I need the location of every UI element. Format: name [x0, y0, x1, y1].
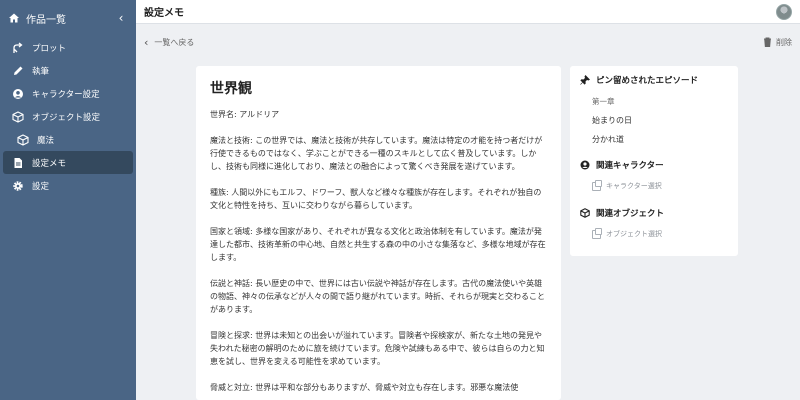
- related-characters-heading: 関連キャラクター: [580, 159, 728, 171]
- section-title: 関連オブジェクト: [596, 209, 665, 219]
- chevron-left-icon: ‹: [144, 35, 149, 49]
- sidebar-item-characters[interactable]: キャラクター設定: [3, 82, 133, 105]
- object-select-label: オブジェクト選択: [606, 230, 662, 238]
- sidebar-header-label[interactable]: 作品一覧: [26, 11, 114, 26]
- section-title: ピン留めされたエピソード: [596, 76, 699, 86]
- cube-icon: [12, 110, 24, 123]
- sidebar-item-memo[interactable]: 設定メモ: [3, 151, 133, 174]
- cube-icon: [580, 208, 590, 218]
- pinned-episode[interactable]: 始まりの日: [580, 111, 728, 130]
- character-select-label: キャラクター選択: [606, 182, 662, 190]
- document-paragraph[interactable]: 冒険と探求: 世界は未知との出会いが溢れています。冒険者や探検家が、新たな土地の…: [210, 329, 547, 368]
- copy-icon: [592, 179, 602, 191]
- section-title: 関連キャラクター: [596, 161, 664, 171]
- user-circle-icon: [580, 160, 590, 170]
- pinned-episode[interactable]: 第一章: [580, 92, 728, 111]
- cube-icon: [17, 133, 29, 146]
- delete-button[interactable]: 削除: [763, 37, 792, 48]
- object-select[interactable]: オブジェクト選択: [580, 225, 728, 243]
- sidebar-item-label: 執筆: [32, 66, 50, 77]
- pinned-episode[interactable]: 分かれ道: [580, 130, 728, 149]
- document-paragraph[interactable]: 脅威と対立: 世界は平和な部分もありますが、脅威や対立も存在します。邪悪な魔法使: [210, 381, 547, 394]
- document-icon: [12, 157, 24, 169]
- sidebar-item-label: 設定: [32, 181, 50, 192]
- sidebar-item-writing[interactable]: 執筆: [3, 59, 133, 82]
- trash-icon: [764, 37, 771, 47]
- chevron-left-icon[interactable]: ‹: [114, 11, 128, 25]
- related-objects-heading: 関連オブジェクト: [580, 207, 728, 219]
- side-panel: ピン留めされたエピソード 第一章 始まりの日 分かれ道 関連キャラクター キャラ…: [570, 66, 738, 256]
- document-paragraph[interactable]: 伝説と神話: 長い歴史の中で、世界には古い伝説や神話が存在します。古代の魔法使い…: [210, 277, 547, 316]
- action-bar: ‹ 一覧へ戻る 削除: [136, 24, 800, 60]
- document-paragraph[interactable]: 世界名: アルドリア: [210, 108, 547, 121]
- gear-icon: [12, 180, 24, 192]
- document-paragraph[interactable]: 種族: 人間以外にもエルフ、ドワーフ、獣人など様々な種族が存在します。それぞれが…: [210, 186, 547, 212]
- sidebar-item-plot[interactable]: プロット: [3, 36, 133, 59]
- top-bar: 設定メモ: [136, 0, 800, 24]
- sidebar-item-label: 魔法: [37, 135, 55, 146]
- delete-label: 削除: [776, 37, 792, 47]
- user-circle-icon: [12, 88, 24, 100]
- character-select[interactable]: キャラクター選択: [580, 177, 728, 195]
- back-button[interactable]: ‹ 一覧へ戻る: [144, 36, 763, 49]
- copy-icon: [592, 227, 602, 239]
- memo-document[interactable]: 世界観 世界名: アルドリア 魔法と技術: この世界では、魔法と技術が共存してい…: [196, 66, 561, 400]
- sidebar-header[interactable]: 作品一覧 ‹: [0, 0, 136, 36]
- page-title: 設定メモ: [144, 8, 184, 19]
- sidebar-item-magic[interactable]: 魔法: [3, 128, 133, 151]
- document-paragraph[interactable]: 国家と領域: 多様な国家があり、それぞれが異なる文化と政治体制を有しています。魔…: [210, 225, 547, 264]
- sidebar-item-label: オブジェクト設定: [32, 112, 101, 123]
- sidebar-item-objects[interactable]: オブジェクト設定: [3, 105, 133, 128]
- sidebar-item-label: 設定メモ: [32, 158, 67, 169]
- plot-icon: [12, 41, 24, 54]
- document-title[interactable]: 世界観: [210, 78, 547, 98]
- home-icon: [9, 13, 19, 23]
- sidebar: 作品一覧 ‹ プロット 執筆 キャラクター設定 オブジェクト設定 魔法 設定メモ…: [0, 0, 136, 400]
- pinned-episodes-heading: ピン留めされたエピソード: [580, 74, 728, 86]
- pin-icon: [580, 75, 590, 85]
- back-label: 一覧へ戻る: [154, 37, 195, 47]
- sidebar-item-label: プロット: [32, 43, 67, 54]
- document-paragraph[interactable]: 魔法と技術: この世界では、魔法と技術が共存しています。魔法は特定の才能を持つ者…: [210, 134, 547, 173]
- sidebar-item-label: キャラクター設定: [32, 89, 100, 100]
- pen-icon: [12, 65, 24, 77]
- avatar[interactable]: [776, 3, 792, 20]
- sidebar-item-settings[interactable]: 設定: [3, 174, 133, 197]
